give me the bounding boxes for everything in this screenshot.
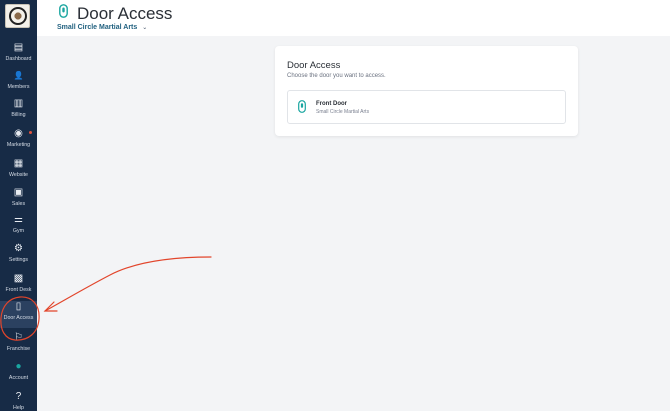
annotation-circle — [0, 296, 40, 341]
annotation-overlay — [0, 256, 212, 341]
annotation-arrowhead — [43, 301, 58, 312]
annotation-arrow — [44, 256, 212, 312]
